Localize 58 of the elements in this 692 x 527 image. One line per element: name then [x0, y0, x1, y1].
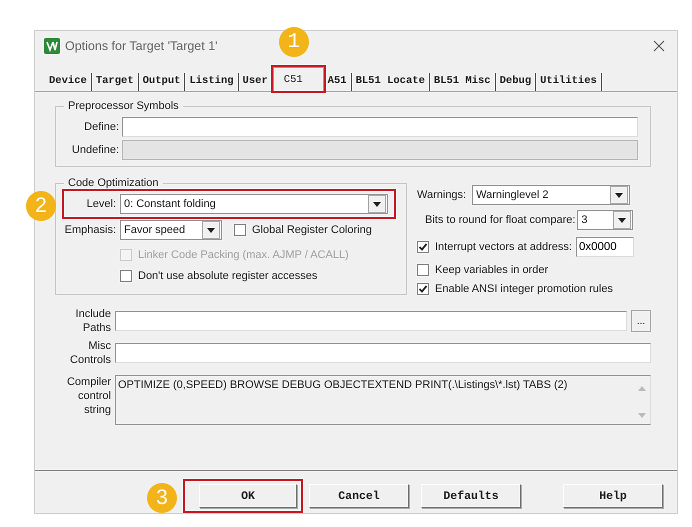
- scroll-up-icon[interactable]: [638, 386, 646, 391]
- field-label: Warnings:: [417, 189, 466, 201]
- field-label: Define:: [83, 121, 119, 133]
- dropdown-arrow-icon: [207, 228, 215, 232]
- callout-badge: 1: [278, 27, 309, 57]
- text-field[interactable]: [115, 311, 627, 331]
- group-title: Preprocessor Symbols: [67, 100, 180, 112]
- field-label: Misc Controls: [69, 339, 111, 367]
- bits-dropdown[interactable]: 3: [577, 210, 634, 230]
- field-label: Emphasis:: [64, 224, 116, 236]
- checkbox[interactable]: [417, 283, 429, 295]
- scroll-down-icon[interactable]: [638, 413, 646, 418]
- dialog-button[interactable]: OK: [199, 484, 297, 508]
- checkbox[interactable]: [234, 224, 246, 236]
- checkbox-label: Don't use absolute register accesses: [138, 270, 318, 282]
- tab[interactable]: Output: [138, 73, 186, 91]
- tab[interactable]: BL51 Misc: [430, 73, 496, 91]
- field-label: Level:: [86, 198, 116, 210]
- checkbox-label: Enable ANSI integer promotion rules: [435, 283, 613, 295]
- address-field[interactable]: 0x0000: [576, 237, 634, 257]
- field-label: Undefine:: [70, 144, 119, 156]
- tab[interactable]: Debug: [496, 73, 536, 91]
- tab[interactable]: Utilities: [536, 73, 602, 91]
- group-title: Code Optimization: [67, 177, 160, 189]
- text-field[interactable]: [122, 117, 638, 137]
- text-field[interactable]: [115, 343, 651, 363]
- tab[interactable]: C51: [272, 67, 324, 91]
- field-label: Include Paths: [74, 307, 111, 335]
- dialog-button[interactable]: Defaults: [421, 484, 521, 508]
- app-icon: [44, 38, 60, 54]
- tab[interactable]: Device: [45, 73, 92, 91]
- dialog-button[interactable]: Help: [563, 484, 663, 508]
- warnings-dropdown[interactable]: Warninglevel 2: [472, 185, 630, 205]
- browse-button[interactable]: ...: [631, 310, 651, 332]
- dropdown-arrow-icon: [615, 192, 624, 198]
- tab[interactable]: BL51 Locate: [352, 73, 430, 91]
- dropdown-arrow-icon: [373, 202, 381, 206]
- callout-badge: 2: [26, 191, 56, 221]
- checkbox-label: Interrupt vectors at address:: [435, 241, 572, 253]
- close-icon[interactable]: [653, 40, 665, 52]
- callout-badge: 3: [147, 483, 177, 513]
- checkbox[interactable]: [120, 270, 132, 282]
- field-label: Compiler control string: [66, 375, 111, 417]
- checkbox-label: Linker Code Packing (max. AJMP / ACALL): [138, 249, 349, 261]
- dropdown-arrow-icon: [618, 218, 626, 222]
- tab[interactable]: A51: [324, 73, 352, 91]
- checkbox[interactable]: [417, 264, 429, 276]
- dialog-button[interactable]: Cancel: [309, 484, 409, 508]
- field-label: Bits to round for float compare:: [425, 214, 576, 226]
- emphasis-dropdown[interactable]: Favor speed: [120, 220, 222, 240]
- window-title: Options for Target 'Target 1': [65, 39, 218, 53]
- checkbox-label: Keep variables in order: [435, 264, 548, 276]
- checkbox-label: Global Register Coloring: [252, 224, 372, 236]
- checkbox[interactable]: [417, 241, 429, 253]
- tab[interactable]: Target: [92, 73, 139, 91]
- control-string-box[interactable]: OPTIMIZE (0,SPEED) BROWSE DEBUG OBJECTEXTEND PRINT(.\Listings\*.lst) TABS (2): [115, 375, 651, 425]
- tab[interactable]: Listing: [185, 73, 239, 91]
- level-dropdown[interactable]: 0: Constant folding: [120, 194, 388, 214]
